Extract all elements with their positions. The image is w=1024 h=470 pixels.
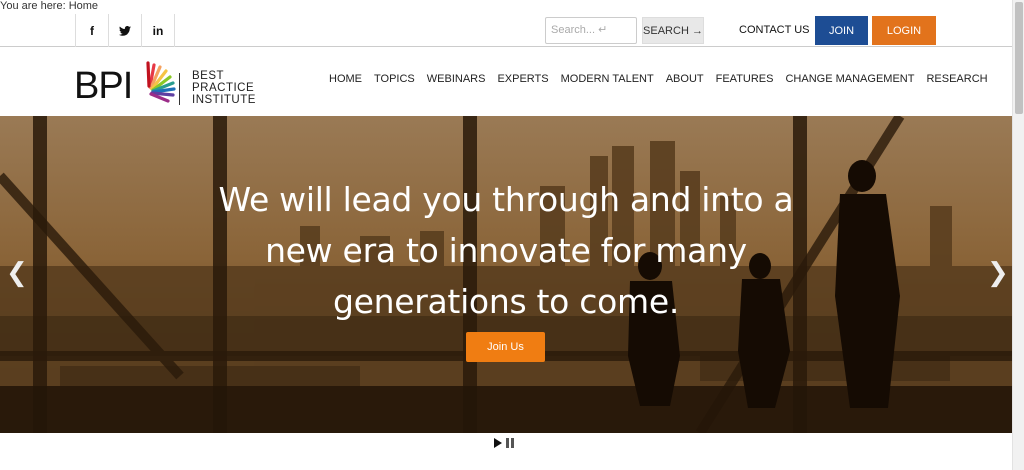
pause-icon[interactable] bbox=[506, 438, 514, 448]
play-icon[interactable] bbox=[494, 438, 502, 448]
facebook-icon[interactable]: f bbox=[76, 14, 109, 47]
nav-research[interactable]: RESEARCH bbox=[920, 73, 993, 85]
nav-topics[interactable]: TOPICS bbox=[368, 73, 421, 85]
nav-webinars[interactable]: WEBINARS bbox=[421, 73, 492, 85]
carousel-next-icon[interactable]: ❯ bbox=[987, 259, 1009, 285]
search-input[interactable]: Search... ↵ bbox=[545, 17, 637, 44]
join-us-button[interactable]: Join Us bbox=[466, 332, 545, 362]
logo-burst-icon bbox=[146, 61, 176, 103]
nav-home[interactable]: HOME bbox=[323, 73, 368, 85]
twitter-icon[interactable] bbox=[109, 14, 142, 47]
join-button[interactable]: JOIN bbox=[815, 16, 868, 45]
logo-name: BEST PRACTICE INSTITUTE bbox=[192, 70, 256, 106]
main-nav: HOME TOPICS WEBINARS EXPERTS MODERN TALE… bbox=[323, 73, 994, 85]
top-bar: f in Search... ↵ SEARCH → CONTACT US JOI… bbox=[0, 14, 1012, 47]
hero-carousel: We will lead you through and into a new … bbox=[0, 116, 1012, 433]
page: You are here: Home f in Search... ↵ SEAR… bbox=[0, 0, 1024, 470]
breadcrumb: You are here: Home bbox=[0, 0, 99, 12]
contact-us-link[interactable]: CONTACT US bbox=[733, 17, 816, 44]
carousel-prev-icon[interactable]: ❮ bbox=[6, 259, 28, 285]
search-button[interactable]: SEARCH → bbox=[642, 17, 704, 44]
nav-change-management[interactable]: CHANGE MANAGEMENT bbox=[779, 73, 920, 85]
nav-modern-talent[interactable]: MODERN TALENT bbox=[555, 73, 660, 85]
carousel-controls bbox=[494, 438, 514, 448]
hero-headline: We will lead you through and into a new … bbox=[218, 180, 794, 321]
logo-letters: BPI bbox=[74, 65, 133, 107]
scrollbar-thumb[interactable] bbox=[1015, 2, 1023, 114]
nav-about[interactable]: ABOUT bbox=[660, 73, 710, 85]
bpi-logo[interactable]: BPI BEST PRACTICE INSTITUTE bbox=[74, 53, 274, 111]
vertical-scrollbar[interactable] bbox=[1012, 0, 1024, 470]
social-links: f in bbox=[75, 14, 175, 47]
logo-divider bbox=[179, 73, 180, 105]
nav-features[interactable]: FEATURES bbox=[710, 73, 780, 85]
linkedin-icon[interactable]: in bbox=[142, 14, 175, 47]
nav-experts[interactable]: EXPERTS bbox=[491, 73, 554, 85]
login-button[interactable]: LOGIN bbox=[872, 16, 936, 45]
